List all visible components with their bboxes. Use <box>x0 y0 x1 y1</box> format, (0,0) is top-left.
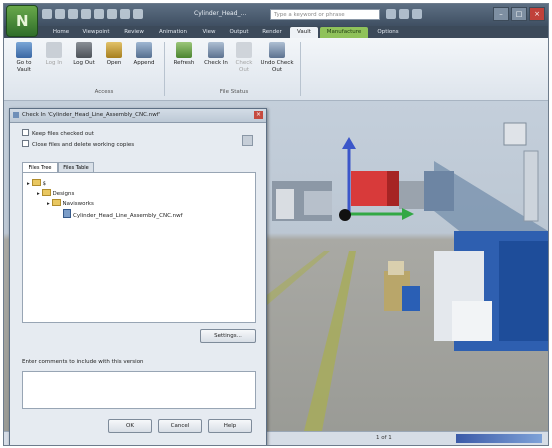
window-controls: – □ × <box>493 7 545 21</box>
tab-vault[interactable]: Vault <box>290 27 318 38</box>
check-in-dialog: Check In 'Cylinder_Head_Line_Assembly_CN… <box>9 108 267 445</box>
log-out-label: Log Out <box>73 60 95 66</box>
titlebar-tools <box>386 9 422 19</box>
log-out-icon <box>76 42 92 58</box>
refresh-icon <box>176 42 192 58</box>
append-label: Append <box>133 60 155 66</box>
tab-review[interactable]: Review <box>118 27 150 38</box>
group-separator <box>300 42 301 96</box>
keep-checked-out-label: Keep files checked out <box>32 131 94 137</box>
log-out-button[interactable]: Log Out <box>70 42 98 67</box>
undo-check-out-button[interactable]: Undo Check Out <box>260 42 294 73</box>
tree-node-designs[interactable]: ▸ Designs <box>37 189 74 197</box>
go-to-vault-label: Go to Vault <box>16 60 32 73</box>
comments-input[interactable] <box>22 371 256 409</box>
tree-node-navisworks[interactable]: ▸ Navisworks <box>47 199 94 207</box>
comments-label: Enter comments to include with this vers… <box>22 359 144 365</box>
tab-home[interactable]: Home <box>48 27 74 38</box>
folder-icon <box>51 199 61 206</box>
check-in-label: Check In <box>204 60 228 66</box>
ok-button[interactable]: OK <box>108 419 152 433</box>
binoculars-icon[interactable] <box>386 9 396 19</box>
log-in-button[interactable]: Log In <box>40 42 68 67</box>
settings-button[interactable]: Settings... <box>200 329 256 343</box>
tab-render[interactable]: Render <box>256 27 288 38</box>
refresh-button[interactable]: Refresh <box>170 42 198 67</box>
maximize-icon[interactable]: □ <box>511 7 527 21</box>
dialog-title-bar: Check In 'Cylinder_Head_Line_Assembly_CN… <box>10 109 266 123</box>
title-bar: Cylinder_Head_... Type a keyword or phra… <box>4 4 548 26</box>
ribbon-panel: Go to Vault Log In Log Out Open Append R… <box>4 38 548 101</box>
open-icon[interactable] <box>55 9 65 19</box>
select-icon[interactable] <box>120 9 130 19</box>
close-icon[interactable]: × <box>529 7 545 21</box>
page-indicator: 1 of 1 <box>376 435 392 441</box>
app-logo-icon: N <box>16 12 29 30</box>
tree-file-label: Cylinder_Head_Line_Assembly_CNC.nwf <box>73 213 183 219</box>
files-tree[interactable]: ▸ $ ▸ Designs ▸ Navisworks Cylinder_Head… <box>22 172 256 323</box>
undo-icon[interactable] <box>94 9 104 19</box>
print-icon[interactable] <box>81 9 91 19</box>
dialog-close-icon[interactable]: × <box>254 111 263 119</box>
tree-root-label: $ <box>42 181 47 187</box>
close-and-delete-checkbox[interactable]: Close files and delete working copies <box>22 140 134 148</box>
append-icon <box>136 42 152 58</box>
status-icons <box>456 434 542 443</box>
check-out-icon <box>236 42 252 58</box>
undo-check-out-label: Undo Check Out <box>260 60 294 73</box>
tab-manufacture[interactable]: Manufacture <box>320 27 368 38</box>
dropdown-icon[interactable] <box>133 9 143 19</box>
check-out-label: Check Out <box>235 60 253 73</box>
help-button[interactable]: Help <box>208 419 252 433</box>
save-icon[interactable] <box>68 9 78 19</box>
check-out-button[interactable]: Check Out <box>230 42 258 73</box>
group-label-access: Access <box>94 89 114 95</box>
dialog-title: Check In 'Cylinder_Head_Line_Assembly_CN… <box>22 112 161 118</box>
refresh-label: Refresh <box>173 60 195 66</box>
close-and-delete-label: Close files and delete working copies <box>32 142 135 148</box>
log-in-label: Log In <box>45 60 63 66</box>
file-icon <box>63 209 71 218</box>
application-menu-button[interactable]: N <box>6 5 38 37</box>
group-label-file-status: File Status <box>219 89 249 95</box>
checkbox-box[interactable] <box>22 140 29 147</box>
tab-viewpoint[interactable]: Viewpoint <box>76 27 116 38</box>
tree-folder-label: Designs <box>52 191 75 197</box>
tab-options[interactable]: Options <box>370 27 406 38</box>
cancel-button[interactable]: Cancel <box>158 419 202 433</box>
attachment-icon[interactable] <box>242 135 253 146</box>
tab-view[interactable]: View <box>196 27 222 38</box>
check-in-icon <box>208 42 224 58</box>
dialog-app-icon <box>13 112 19 118</box>
tree-node-file[interactable]: Cylinder_Head_Line_Assembly_CNC.nwf <box>63 209 183 219</box>
group-separator <box>164 42 165 96</box>
keep-checked-out-checkbox[interactable]: Keep files checked out <box>22 129 94 137</box>
checkbox-box[interactable] <box>22 129 29 136</box>
go-to-vault-button[interactable]: Go to Vault <box>10 42 38 73</box>
search-input[interactable]: Type a keyword or phrase <box>270 9 380 20</box>
check-in-button[interactable]: Check In <box>202 42 230 67</box>
append-button[interactable]: Append <box>130 42 158 67</box>
star-icon[interactable] <box>399 9 409 19</box>
tree-node-root[interactable]: ▸ $ <box>27 179 46 187</box>
quick-access-toolbar <box>42 9 143 21</box>
redo-icon[interactable] <box>107 9 117 19</box>
open-button[interactable]: Open <box>100 42 128 67</box>
window-title: Cylinder_Head_... <box>194 10 247 17</box>
minimize-icon[interactable]: – <box>493 7 509 21</box>
undo-check-out-icon <box>269 42 285 58</box>
open-label: Open <box>106 60 122 66</box>
folder-icon <box>41 189 51 196</box>
help-icon[interactable] <box>412 9 422 19</box>
open-folder-icon <box>106 42 122 58</box>
vault-icon <box>16 42 32 58</box>
tree-subfolder-label: Navisworks <box>62 201 94 207</box>
tab-animation[interactable]: Animation <box>152 27 194 38</box>
folder-icon <box>31 179 41 186</box>
log-in-icon <box>46 42 62 58</box>
new-icon[interactable] <box>42 9 52 19</box>
ribbon-tabs: Home Viewpoint Review Animation View Out… <box>4 26 548 38</box>
tab-output[interactable]: Output <box>224 27 254 38</box>
app-window: Cylinder_Head_... Type a keyword or phra… <box>3 3 549 446</box>
